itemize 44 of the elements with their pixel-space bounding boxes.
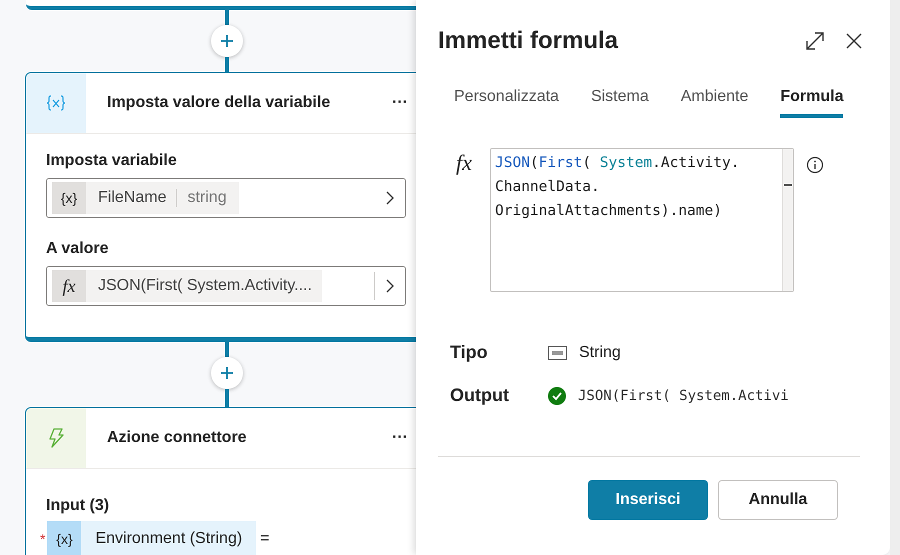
output-value: JSON(First( System.Activi (578, 388, 789, 404)
add-step-button[interactable] (211, 25, 243, 57)
formula-editor[interactable]: JSON(First( System.Activity. ChannelData. OriginalAttachments).name) (490, 148, 794, 292)
code-line: OriginalAttachments).name) (495, 202, 723, 221)
chip-icon: {x} (47, 521, 82, 555)
insert-button[interactable]: Inserisci (588, 480, 708, 520)
plus-icon (220, 34, 234, 48)
input-chip[interactable]: {x} Environment (String) (47, 521, 256, 555)
required-mark: * (40, 531, 46, 547)
operator: = (260, 530, 270, 548)
code-line: ChannelData. (495, 178, 601, 197)
section-label: Input (3) (46, 497, 110, 515)
more-button[interactable]: ··· (392, 94, 408, 112)
chip-value: JSON(First( System.Activity.... (97, 277, 313, 295)
chip-type: string (176, 189, 239, 207)
tab[interactable]: Sistema (590, 82, 649, 118)
text-type-icon (548, 346, 567, 360)
tab[interactable]: Personalizzata (454, 82, 559, 118)
variable-icon (45, 94, 67, 112)
fx-icon: fx (438, 150, 490, 176)
chip-icon: fx (52, 270, 86, 302)
output-label: Output (449, 385, 510, 406)
chip-icon: {x} (52, 182, 86, 214)
info-icon[interactable] (806, 156, 824, 174)
field-label: A valore (46, 240, 110, 258)
chevron-right-icon (385, 278, 395, 294)
lightning-icon (47, 428, 65, 448)
value-field[interactable]: fx JSON(First( System.Activity.... (46, 266, 406, 306)
type-value: String (579, 344, 621, 362)
plus-icon (220, 366, 234, 380)
value-field[interactable]: {x} FileName string (46, 178, 406, 218)
add-step-button[interactable] (211, 357, 243, 389)
code-line: JSON(First( System.Activity. (495, 154, 740, 173)
card-title: Azione connettore (107, 429, 248, 447)
more-button[interactable]: ··· (392, 429, 408, 447)
tab[interactable]: Ambiente (680, 82, 748, 118)
chevron-right-icon (385, 190, 395, 206)
panel-title: Immetti formula (438, 27, 620, 55)
tab[interactable]: Formula (780, 82, 844, 118)
chip-value: FileName (97, 189, 168, 207)
card-title: Imposta valore della variabile (107, 94, 332, 112)
cancel-button[interactable]: Annulla (718, 480, 838, 520)
field-label: Imposta variabile (46, 152, 178, 170)
type-label: Tipo (449, 342, 489, 363)
